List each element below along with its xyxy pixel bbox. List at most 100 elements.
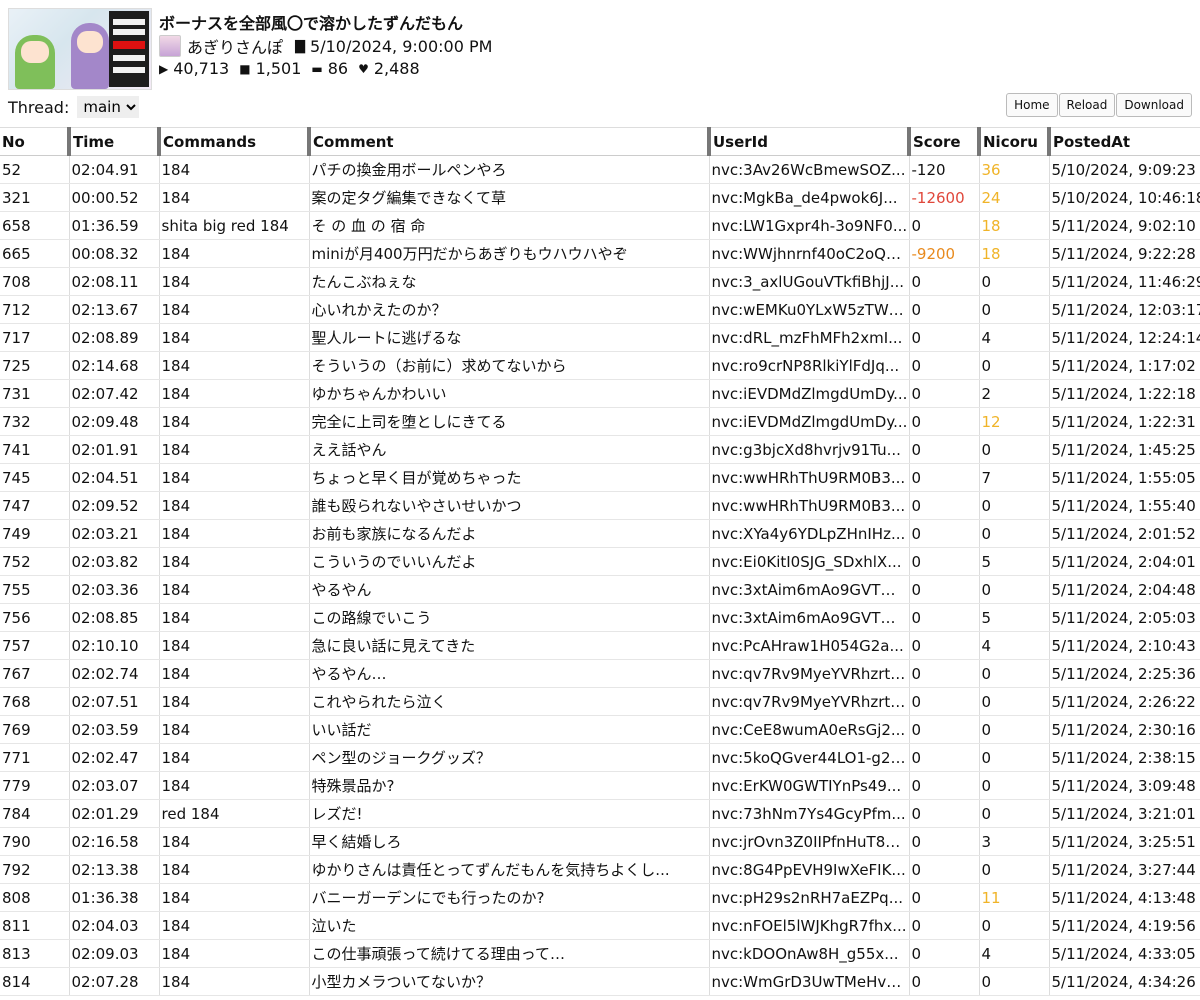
cell-postedat: 5/11/2024, 1:55:40 PM — [1048, 491, 1200, 520]
table-row[interactable]: 792 02:13.38 184 ゆかりさんは責任とってずんだもんを気持ちよくし...… — [0, 855, 1200, 884]
table-row[interactable]: 731 02:07.42 184 ゆかちゃんかわいい nvc:iEVDMdZlmgdUm… — [0, 379, 1200, 408]
cell-time: 02:14.68 — [68, 351, 159, 380]
table-row[interactable]: 814 02:07.28 184 小型カメラついてないか？ nvc:WmGrD3UwTM… — [0, 967, 1200, 996]
column-header-postedat[interactable]: PostedAt — [1047, 127, 1200, 156]
cell-nicoru: 0 — [978, 295, 1049, 324]
cell-nicoru: 4 — [978, 323, 1049, 352]
table-row[interactable]: 745 02:04.51 184 ちょっと早く目が覚めちゃった nvc:wwHRhThU… — [0, 463, 1200, 492]
cell-userid: nvc:ro9crNP8RlkiYlFdJq... — [708, 351, 909, 380]
table-row[interactable]: 752 02:03.82 184 こういうのでいいんだよ nvc:Ei0KitI0SJG… — [0, 547, 1200, 576]
cell-userid: nvc:wwHRhThU9RM0B3... — [708, 463, 909, 492]
table-row[interactable]: 747 02:09.52 184 誰も殴られないやさいせいかつ nvc:wwHRhThU… — [0, 491, 1200, 520]
table-row[interactable]: 741 02:01.91 184 ええ話やん nvc:g3bjcXd8hvrjv91Tu… — [0, 435, 1200, 464]
cell-time: 02:08.11 — [68, 267, 159, 296]
table-row[interactable]: 779 02:03.07 184 特殊景品か? nvc:ErKW0GWTIYnPs49.… — [0, 771, 1200, 800]
table-row[interactable]: 717 02:08.89 184 聖人ルートに逃げるな nvc:dRL_mzFhMFh2… — [0, 323, 1200, 352]
cell-userid: nvc:WWjhnrnf40oC2oQx... — [708, 239, 909, 268]
cell-userid: nvc:qv7Rv9MyeYVRhzrtu... — [708, 659, 909, 688]
cell-commands: shita big red 184 — [158, 211, 309, 240]
cell-commands: 184 — [158, 379, 309, 408]
table-row[interactable]: 708 02:08.11 184 たんこぶねぇな nvc:3_axlUGouVTkfiB… — [0, 267, 1200, 296]
cell-time: 02:03.07 — [68, 771, 159, 800]
table-row[interactable]: 749 02:03.21 184 お前も家族になるんだよ nvc:XYa4y6YDLpZ… — [0, 519, 1200, 548]
cell-comment: この路線でいこう — [308, 603, 709, 632]
cell-comment: 聖人ルートに逃げるな — [308, 323, 709, 352]
cell-userid: nvc:ErKW0GWTIYnPs49... — [708, 771, 909, 800]
cell-time: 01:36.38 — [68, 883, 159, 912]
table-row[interactable]: 52 02:04.91 184 パチの換金用ボールペンやろ nvc:3Av26WcBme… — [0, 155, 1200, 184]
column-header-time[interactable]: Time — [67, 127, 159, 156]
column-header-score[interactable]: Score — [907, 127, 979, 156]
column-header-comment[interactable]: Comment — [307, 127, 709, 156]
cell-postedat: 5/11/2024, 1:45:25 PM — [1048, 435, 1200, 464]
cell-commands: 184 — [158, 267, 309, 296]
table-row[interactable]: 321 00:00.52 184 案の定タグ編集できなくて草 nvc:MgkBa_de4… — [0, 183, 1200, 212]
cell-score: 0 — [908, 407, 979, 436]
cell-time: 02:07.42 — [68, 379, 159, 408]
cell-comment: 泣いた — [308, 911, 709, 940]
cell-no: 725 — [0, 351, 69, 380]
thread-select[interactable]: main — [77, 96, 140, 118]
reload-button[interactable]: Reload — [1058, 93, 1116, 117]
cell-userid: nvc:iEVDMdZlmgdUmDy... — [708, 379, 909, 408]
cell-score: 0 — [908, 855, 979, 884]
cell-score: 0 — [908, 883, 979, 912]
cell-time: 02:04.91 — [68, 155, 159, 184]
table-row[interactable]: 784 02:01.29 red 184 レズだ! nvc:73hNm7Ys4GcyPf… — [0, 799, 1200, 828]
cell-postedat: 5/11/2024, 1:22:31 PM — [1048, 407, 1200, 436]
table-row[interactable]: 665 00:08.32 184 miniが月400万円だからあぎりもウハウハやぞ nv… — [0, 239, 1200, 268]
video-thumbnail[interactable] — [8, 8, 152, 90]
comments-table-container[interactable]: No Time Commands Comment UserId Score Ni… — [0, 127, 1200, 1000]
column-header-no[interactable]: No — [0, 127, 69, 156]
home-button[interactable]: Home — [1006, 93, 1058, 117]
column-header-nicoru[interactable]: Nicoru — [977, 127, 1049, 156]
cell-score: 0 — [908, 743, 979, 772]
table-row[interactable]: 755 02:03.36 184 やるやん nvc:3xtAim6mAo9GVTm...… — [0, 575, 1200, 604]
table-row[interactable]: 813 02:09.03 184 この仕事頑張って続けてる理由って… nvc:kDOOn… — [0, 939, 1200, 968]
table-row[interactable]: 732 02:09.48 184 完全に上司を堕としにきてる nvc:iEVDMdZlm… — [0, 407, 1200, 436]
cell-no: 768 — [0, 687, 69, 716]
mylist-count: 86 — [327, 59, 349, 78]
cell-time: 00:08.32 — [68, 239, 159, 268]
cell-postedat: 5/11/2024, 4:13:48 PM — [1048, 883, 1200, 912]
cell-nicoru: 0 — [978, 799, 1049, 828]
author-name[interactable]: あぎりさんぽ — [187, 34, 283, 58]
table-row[interactable]: 757 02:10.10 184 急に良い話に見えてきた nvc:PcAHraw1H05… — [0, 631, 1200, 660]
cell-comment: いい話だ — [308, 715, 709, 744]
table-row[interactable]: 658 01:36.59 shita big red 184 そ の 血 の 宿 命n… — [0, 211, 1200, 240]
cell-comment: バニーガーデンにでも行ったのか? — [308, 883, 709, 912]
cell-postedat: 5/11/2024, 12:03:17 PM — [1048, 295, 1200, 324]
cell-commands: 184 — [158, 407, 309, 436]
comment-icon: ■ — [239, 61, 251, 76]
cell-comment: たんこぶねぇな — [308, 267, 709, 296]
cell-userid: nvc:Ei0KitI0SJG_SDxhlX... — [708, 547, 909, 576]
cell-postedat: 5/11/2024, 1:17:02 PM — [1048, 351, 1200, 380]
cell-nicoru: 0 — [978, 855, 1049, 884]
table-row[interactable]: 790 02:16.58 184 早く結婚しろ nvc:jrOvn3Z0IIPfnHuT… — [0, 827, 1200, 856]
table-row[interactable]: 767 02:02.74 184 やるやん… nvc:qv7Rv9MyeYVRhzrtu… — [0, 659, 1200, 688]
column-header-userid[interactable]: UserId — [707, 127, 909, 156]
cell-time: 00:00.52 — [68, 183, 159, 212]
cell-time: 02:03.21 — [68, 519, 159, 548]
table-row[interactable]: 768 02:07.51 184 これやられたら泣く nvc:qv7Rv9MyeYVRh… — [0, 687, 1200, 716]
column-header-commands[interactable]: Commands — [157, 127, 309, 156]
table-row[interactable]: 769 02:03.59 184 いい話だ nvc:CeE8wumA0eRsGj2...… — [0, 715, 1200, 744]
cell-no: 321 — [0, 183, 69, 212]
cell-nicoru: 36 — [978, 155, 1049, 184]
cell-userid: nvc:kDOOnAw8H_g55x... — [708, 939, 909, 968]
table-row[interactable]: 811 02:04.03 184 泣いた nvc:nFOEl5lWJKhgR7fhx..… — [0, 911, 1200, 940]
cell-userid: nvc:g3bjcXd8hvrjv91Tu... — [708, 435, 909, 464]
table-row[interactable]: 712 02:13.67 184 心いれかえたのか？ nvc:wEMKu0YLxW5zT… — [0, 295, 1200, 324]
cell-score: 0 — [908, 435, 979, 464]
cell-no: 813 — [0, 939, 69, 968]
table-row[interactable]: 725 02:14.68 184 そういうの（お前に）求めてないから nvc:ro9cr… — [0, 351, 1200, 380]
table-row[interactable]: 771 02:02.47 184 ペン型のジョークグッズ？ nvc:5koQGver44… — [0, 743, 1200, 772]
table-row[interactable]: 808 01:36.38 184 バニーガーデンにでも行ったのか? nvc:pH29s2… — [0, 883, 1200, 912]
cell-commands: 184 — [158, 239, 309, 268]
cell-userid: nvc:MgkBa_de4pwok6J... — [708, 183, 909, 212]
table-row[interactable]: 756 02:08.85 184 この路線でいこう nvc:3xtAim6mAo9GVT… — [0, 603, 1200, 632]
cell-comment: ええ話やん — [308, 435, 709, 464]
cell-userid: nvc:5koQGver44LO1-g2r... — [708, 743, 909, 772]
download-button[interactable]: Download — [1116, 93, 1192, 117]
cell-score: 0 — [908, 771, 979, 800]
